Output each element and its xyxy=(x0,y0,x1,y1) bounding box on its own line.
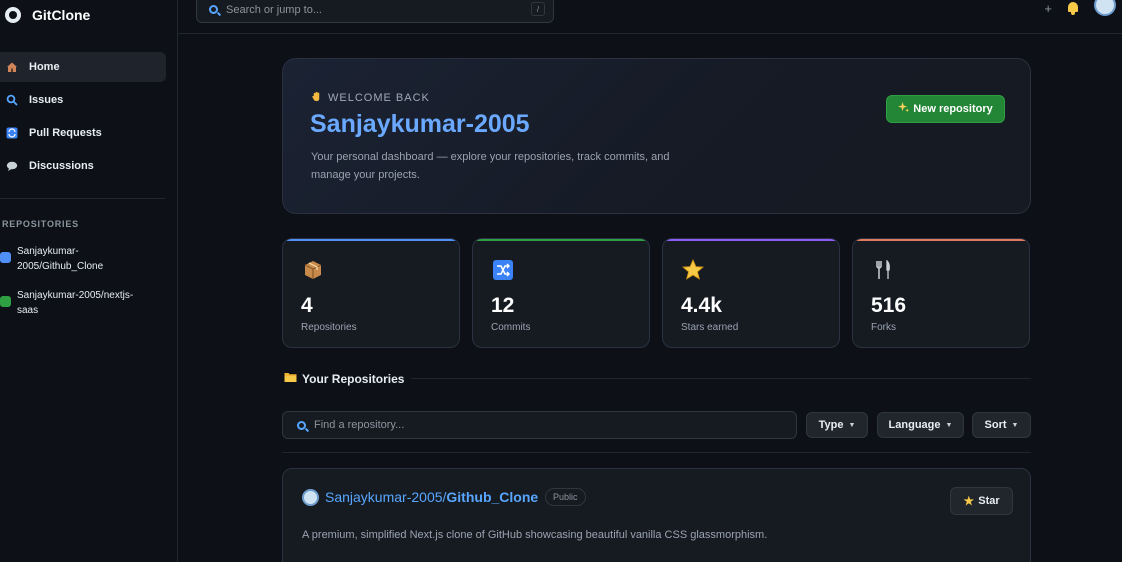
sidebar-divider xyxy=(0,198,165,199)
caret-down-icon: ▼ xyxy=(945,421,953,429)
language-filter-button[interactable]: Language ▼ xyxy=(877,412,964,438)
sidebar-repo-label: Sanjaykumar-2005/nextjs-saas xyxy=(17,290,134,316)
fork-knife-icon xyxy=(872,259,894,281)
new-repository-label: New repository xyxy=(913,103,993,115)
sidebar-repo-github-clone[interactable]: Sanjaykumar-2005/Github_Clone xyxy=(0,244,165,274)
sidebar-repo-label: Sanjaykumar-2005/Github_Clone xyxy=(17,246,104,272)
search-shortcut-key: / xyxy=(531,2,545,16)
search-icon xyxy=(297,420,306,430)
repo-color-dot xyxy=(0,296,11,307)
type-filter-button[interactable]: Type ▼ xyxy=(806,412,868,438)
global-search[interactable]: Search or jump to... / xyxy=(196,0,554,23)
stat-card-stars: 4.4k Stars earned xyxy=(662,238,840,348)
stat-card-forks: 516 Forks xyxy=(852,238,1030,348)
hero-title: Sanjaykumar-2005 xyxy=(310,110,530,138)
section-title: Your Repositories xyxy=(302,371,405,386)
bell-icon[interactable] xyxy=(1066,1,1080,15)
brand[interactable]: GitClone xyxy=(5,7,90,23)
waving-hand-icon xyxy=(311,91,322,105)
house-icon xyxy=(6,61,18,73)
your-repositories-heading: Your Repositories xyxy=(284,371,404,386)
stat-accent-bar xyxy=(663,239,839,241)
nav-label: Discussions xyxy=(29,160,94,172)
top-actions: + xyxy=(1044,0,1116,16)
stat-accent-bar xyxy=(853,239,1029,241)
star-icon xyxy=(963,495,975,506)
nav-item-issues[interactable]: Issues xyxy=(0,85,166,115)
new-repository-button[interactable]: New repository xyxy=(886,95,1005,123)
hero-kicker: WELCOME BACK xyxy=(311,91,430,105)
stat-label: Stars earned xyxy=(681,322,739,333)
nav-label: Home xyxy=(29,61,60,73)
find-placeholder: Find a repository... xyxy=(314,419,405,431)
hero-description: Your personal dashboard — explore your r… xyxy=(311,151,670,181)
stat-label: Repositories xyxy=(301,322,357,333)
section-divider xyxy=(411,378,1031,379)
shuffle-icon xyxy=(492,259,514,281)
filter-label: Type xyxy=(818,419,844,431)
repo-color-dot xyxy=(0,252,11,263)
github-logo-icon xyxy=(5,7,21,23)
stat-accent-bar xyxy=(283,239,459,241)
main-nav: Home Issues Pull Requests Discussions xyxy=(0,52,166,184)
magnifier-icon xyxy=(6,94,18,106)
filter-divider xyxy=(282,452,1031,453)
nav-item-discussions[interactable]: Discussions xyxy=(0,151,166,181)
stat-value: 4 xyxy=(301,294,313,317)
nav-label: Issues xyxy=(29,94,64,106)
repo-card: Sanjaykumar-2005/Github_Clone Public Sta… xyxy=(282,468,1031,562)
sparkles-icon xyxy=(898,102,910,116)
stat-label: Commits xyxy=(491,322,531,333)
visibility-badge: Public xyxy=(545,488,586,506)
repo-description: A premium, simplified Next.js clone of G… xyxy=(302,529,768,541)
caret-down-icon: ▼ xyxy=(1011,421,1019,429)
stat-value: 4.4k xyxy=(681,294,722,317)
folder-icon xyxy=(284,371,297,386)
stat-accent-bar xyxy=(473,239,649,241)
merge-icon xyxy=(6,127,18,139)
filter-label: Sort xyxy=(984,419,1007,431)
nav-item-home[interactable]: Home xyxy=(0,52,166,82)
filter-label: Language xyxy=(888,419,941,431)
repo-owner: Sanjaykumar-2005/ xyxy=(325,489,447,505)
search-placeholder: Search or jump to... xyxy=(226,3,322,16)
repo-name: Github_Clone xyxy=(446,489,539,505)
stat-value: 12 xyxy=(491,294,515,317)
speech-bubble-icon xyxy=(6,160,18,172)
stat-card-repositories: 4 Repositories xyxy=(282,238,460,348)
search-icon xyxy=(209,5,218,14)
owner-avatar xyxy=(302,489,319,506)
sidebar-repo-nextjs-saas[interactable]: Sanjaykumar-2005/nextjs-saas xyxy=(0,288,165,318)
brand-name: GitClone xyxy=(32,7,91,23)
stat-value: 516 xyxy=(871,294,907,317)
caret-down-icon: ▼ xyxy=(848,421,856,429)
nav-item-pull-requests[interactable]: Pull Requests xyxy=(0,118,166,148)
sidebar: GitClone Home Issues Pull Requests Discu… xyxy=(0,0,178,562)
sidebar-repo-list: Sanjaykumar-2005/Github_Clone Sanjaykuma… xyxy=(0,244,165,332)
repo-title-link[interactable]: Sanjaykumar-2005/Github_Clone xyxy=(325,489,538,505)
find-repository-input[interactable]: Find a repository... xyxy=(282,411,797,439)
plus-icon[interactable]: + xyxy=(1044,1,1052,16)
star-icon xyxy=(682,259,704,281)
package-icon xyxy=(302,259,324,281)
star-label: Star xyxy=(978,495,1000,507)
user-avatar[interactable] xyxy=(1094,0,1116,16)
top-bar: Search or jump to... / + xyxy=(178,0,1122,34)
stat-label: Forks xyxy=(871,322,896,333)
stat-card-commits: 12 Commits xyxy=(472,238,650,348)
welcome-hero: WELCOME BACK Sanjaykumar-2005 Your perso… xyxy=(282,58,1031,214)
repositories-heading: REPOSITORIES xyxy=(2,219,79,229)
hero-kicker-text: WELCOME BACK xyxy=(328,92,430,104)
nav-label: Pull Requests xyxy=(29,127,102,139)
sort-filter-button[interactable]: Sort ▼ xyxy=(972,412,1031,438)
star-button[interactable]: Star xyxy=(950,487,1013,515)
